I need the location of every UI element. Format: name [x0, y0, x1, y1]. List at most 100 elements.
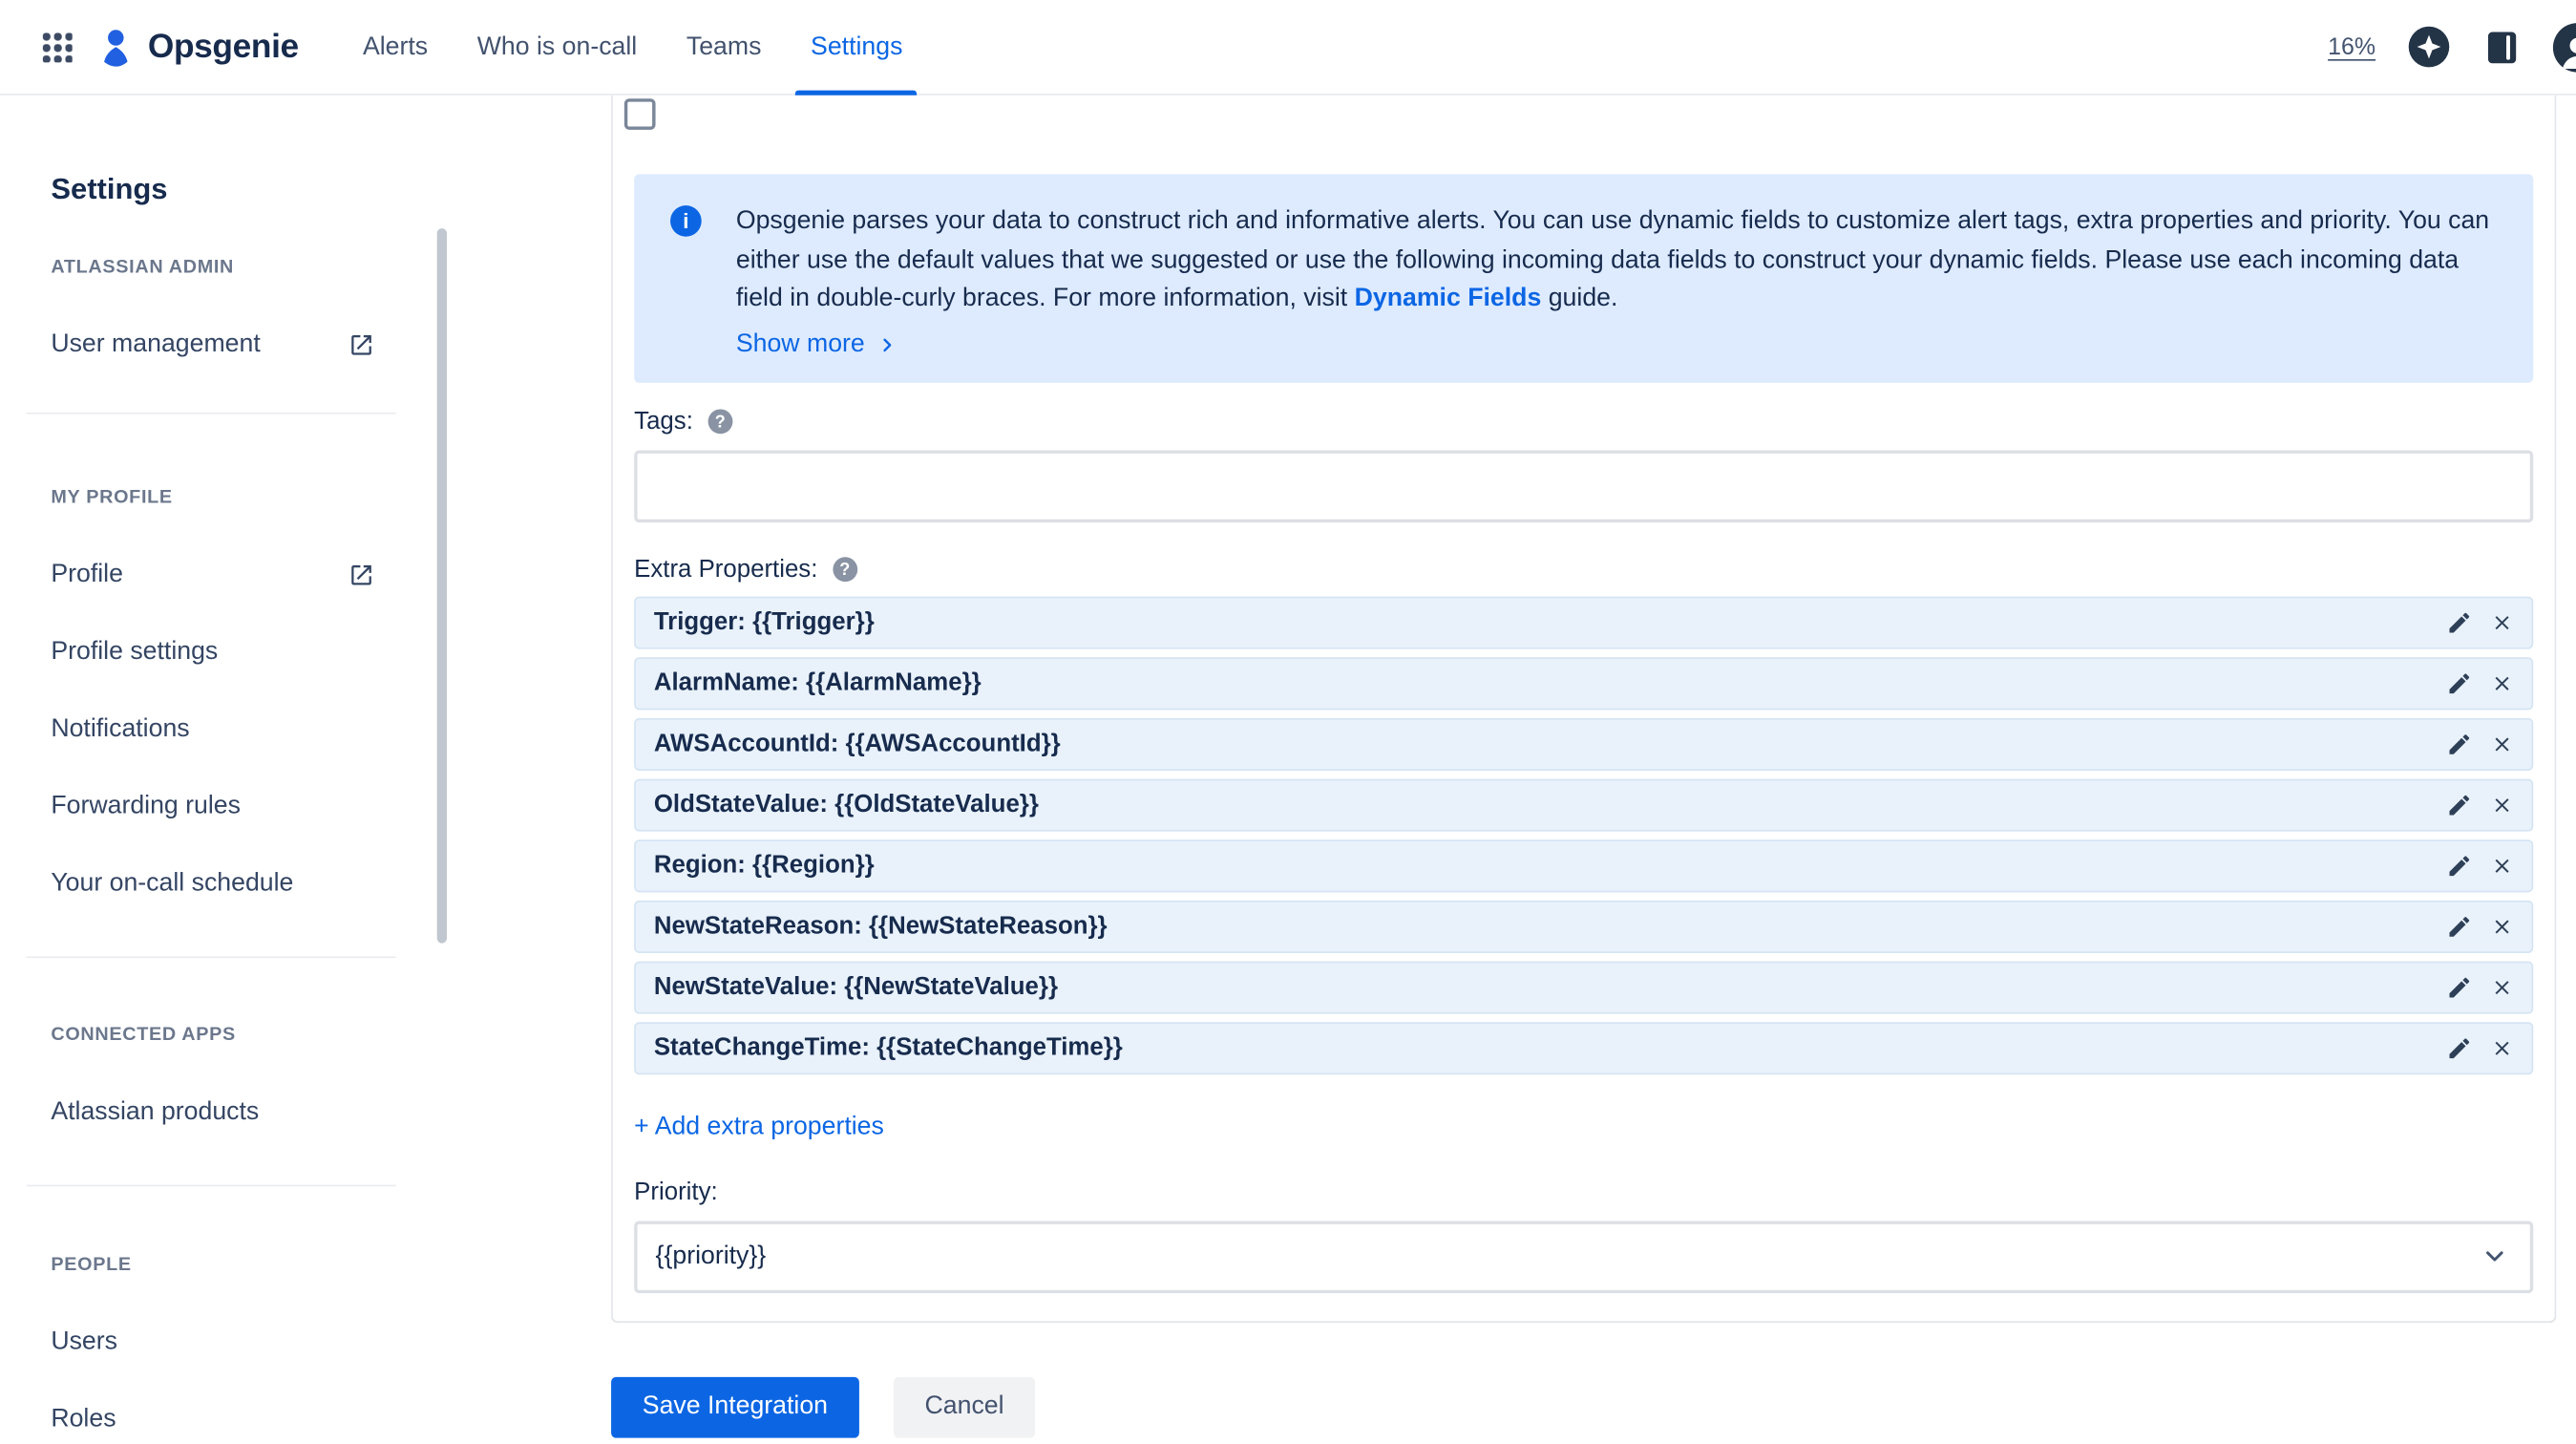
sidebar-item-profile[interactable]: Profile: [51, 557, 374, 593]
edit-pencil-icon[interactable]: [2446, 609, 2473, 636]
edit-pencil-icon[interactable]: [2446, 731, 2473, 757]
remove-x-icon[interactable]: [2491, 915, 2514, 938]
sidebar-item-label: Notifications: [51, 714, 190, 743]
priority-label-row: Priority:: [634, 1178, 2533, 1207]
extra-properties-list: Trigger: {{Trigger}} AlarmName: {{AlarmN…: [634, 595, 2534, 1074]
extra-properties-help-icon[interactable]: ?: [832, 557, 857, 583]
row-actions: [2446, 913, 2514, 940]
extra-properties-label-row: Extra Properties: ?: [634, 555, 2533, 584]
show-more-link[interactable]: Show more: [736, 329, 897, 359]
brand-name: Opsgenie: [147, 27, 299, 65]
external-link-icon: [348, 332, 375, 359]
nav-item-teams[interactable]: Teams: [671, 0, 776, 94]
priority-label: Priority:: [634, 1177, 718, 1206]
sidebar-scrollbar[interactable]: [436, 228, 448, 944]
sidebar-item-label: Your on-call schedule: [51, 869, 294, 898]
sidebar-item-label: Profile: [51, 560, 123, 588]
settings-sidebar: Settings ATLASSIAN ADMIN User management…: [0, 96, 454, 1444]
nav-item-settings[interactable]: Settings: [795, 0, 918, 96]
row-actions: [2446, 791, 2514, 818]
extra-property-value: NewStateReason: {{NewStateReason}}: [653, 911, 1108, 941]
info-banner-body: Opsgenie parses your data to construct r…: [736, 202, 2501, 359]
tags-label: Tags:: [634, 406, 693, 435]
extra-property-value: AlarmName: {{AlarmName}}: [653, 669, 982, 697]
add-extra-properties-link[interactable]: + Add extra properties: [634, 1112, 884, 1141]
cancel-button[interactable]: Cancel: [893, 1376, 1036, 1437]
user-avatar[interactable]: [2552, 22, 2576, 72]
remove-x-icon[interactable]: [2491, 854, 2514, 877]
edit-pencil-icon[interactable]: [2446, 791, 2473, 818]
priority-select[interactable]: {{priority}}: [634, 1220, 2534, 1293]
opsgenie-brand[interactable]: Opsgenie: [95, 27, 299, 68]
dynamic-fields-link[interactable]: Dynamic Fields: [1355, 285, 1542, 312]
sidebar-item-notifications[interactable]: Notifications: [51, 711, 374, 748]
extra-property-value: OldStateValue: {{OldStateValue}}: [653, 790, 1039, 818]
info-icon: i: [670, 205, 702, 237]
app-switcher-icon[interactable]: [42, 32, 73, 62]
tags-input[interactable]: [634, 449, 2534, 522]
edit-pencil-icon[interactable]: [2446, 1034, 2473, 1061]
nav-item-who-is-on-call[interactable]: Who is on-call: [462, 0, 651, 94]
priority-selected-value: {{priority}}: [655, 1241, 767, 1270]
chevron-right-icon: [878, 334, 898, 354]
remove-x-icon[interactable]: [2491, 733, 2514, 755]
extra-property-row: Trigger: {{Trigger}}: [634, 595, 2534, 648]
info-text-after: guide.: [1548, 284, 1618, 312]
form-actions: Save Integration Cancel: [611, 1376, 2556, 1437]
extra-property-row: Region: {{Region}}: [634, 839, 2534, 892]
row-actions: [2446, 609, 2514, 636]
sidebar-divider: [26, 956, 396, 959]
compass-icon[interactable]: [2407, 25, 2451, 69]
extra-property-value: Trigger: {{Trigger}}: [653, 607, 875, 636]
extra-property-row: StateChangeTime: {{StateChangeTime}}: [634, 1021, 2534, 1074]
sidebar-item-user-management[interactable]: User management: [51, 327, 374, 363]
sidebar-divider: [26, 412, 396, 414]
primary-nav: Alerts Who is on-call Teams Settings: [348, 0, 937, 96]
sidebar-item-roles[interactable]: Roles: [51, 1402, 374, 1438]
nav-item-alerts[interactable]: Alerts: [348, 0, 442, 94]
section-label-atlassian-admin: ATLASSIAN ADMIN: [51, 258, 235, 278]
sidebar-item-atlassian-products[interactable]: Atlassian products: [51, 1094, 374, 1131]
sidebar-item-label: Atlassian products: [51, 1097, 260, 1126]
sidebar-item-forwarding-rules[interactable]: Forwarding rules: [51, 789, 374, 825]
page-body: Settings ATLASSIAN ADMIN User management…: [0, 95, 2576, 1444]
top-navigation-bar: Opsgenie Alerts Who is on-call Teams Set…: [0, 0, 2576, 96]
edit-pencil-icon[interactable]: [2446, 852, 2473, 879]
zoom-indicator[interactable]: 16%: [2328, 33, 2375, 60]
external-link-icon: [348, 562, 375, 588]
sidebar-item-label: Roles: [51, 1405, 116, 1433]
tags-field-label-row: Tags: ?: [634, 407, 2533, 436]
sidebar-item-label: Profile settings: [51, 637, 219, 666]
extra-property-value: Region: {{Region}}: [653, 851, 875, 880]
sidebar-item-users[interactable]: Users: [51, 1325, 374, 1361]
sidebar-item-profile-settings[interactable]: Profile settings: [51, 634, 374, 670]
remove-x-icon[interactable]: [2491, 671, 2514, 694]
remove-x-icon[interactable]: [2491, 1036, 2514, 1059]
journal-icon[interactable]: [2482, 27, 2522, 66]
tags-help-icon[interactable]: ?: [707, 409, 733, 435]
edit-pencil-icon[interactable]: [2446, 973, 2473, 1000]
extra-property-row: NewStateValue: {{NewStateValue}}: [634, 960, 2534, 1013]
remove-x-icon[interactable]: [2491, 793, 2514, 816]
sidebar-item-your-on-call-schedule[interactable]: Your on-call schedule: [51, 866, 374, 902]
extra-property-value: StateChangeTime: {{StateChangeTime}}: [653, 1033, 1123, 1062]
section-label-people: PEOPLE: [51, 1255, 132, 1276]
remove-x-icon[interactable]: [2491, 975, 2514, 998]
show-more-label: Show more: [735, 329, 865, 358]
sidebar-title: Settings: [51, 172, 168, 206]
form-checkbox[interactable]: [623, 98, 656, 130]
row-actions: [2446, 973, 2514, 1000]
remove-x-icon[interactable]: [2491, 610, 2514, 633]
opsgenie-settings-page: Opsgenie Alerts Who is on-call Teams Set…: [0, 0, 2576, 1444]
sidebar-item-label: Users: [51, 1327, 118, 1356]
extra-property-row: AlarmName: {{AlarmName}}: [634, 656, 2534, 710]
edit-pencil-icon[interactable]: [2446, 913, 2473, 940]
sidebar-item-label: User management: [51, 329, 261, 359]
edit-pencil-icon[interactable]: [2446, 669, 2473, 696]
save-integration-button[interactable]: Save Integration: [611, 1376, 859, 1437]
sidebar-divider: [26, 1184, 396, 1187]
info-banner-text: Opsgenie parses your data to construct r…: [736, 202, 2501, 318]
section-label-connected-apps: CONNECTED APPS: [51, 1025, 236, 1046]
integration-settings-main: i Opsgenie parses your data to construct…: [454, 95, 2576, 1444]
row-actions: [2446, 1034, 2514, 1061]
